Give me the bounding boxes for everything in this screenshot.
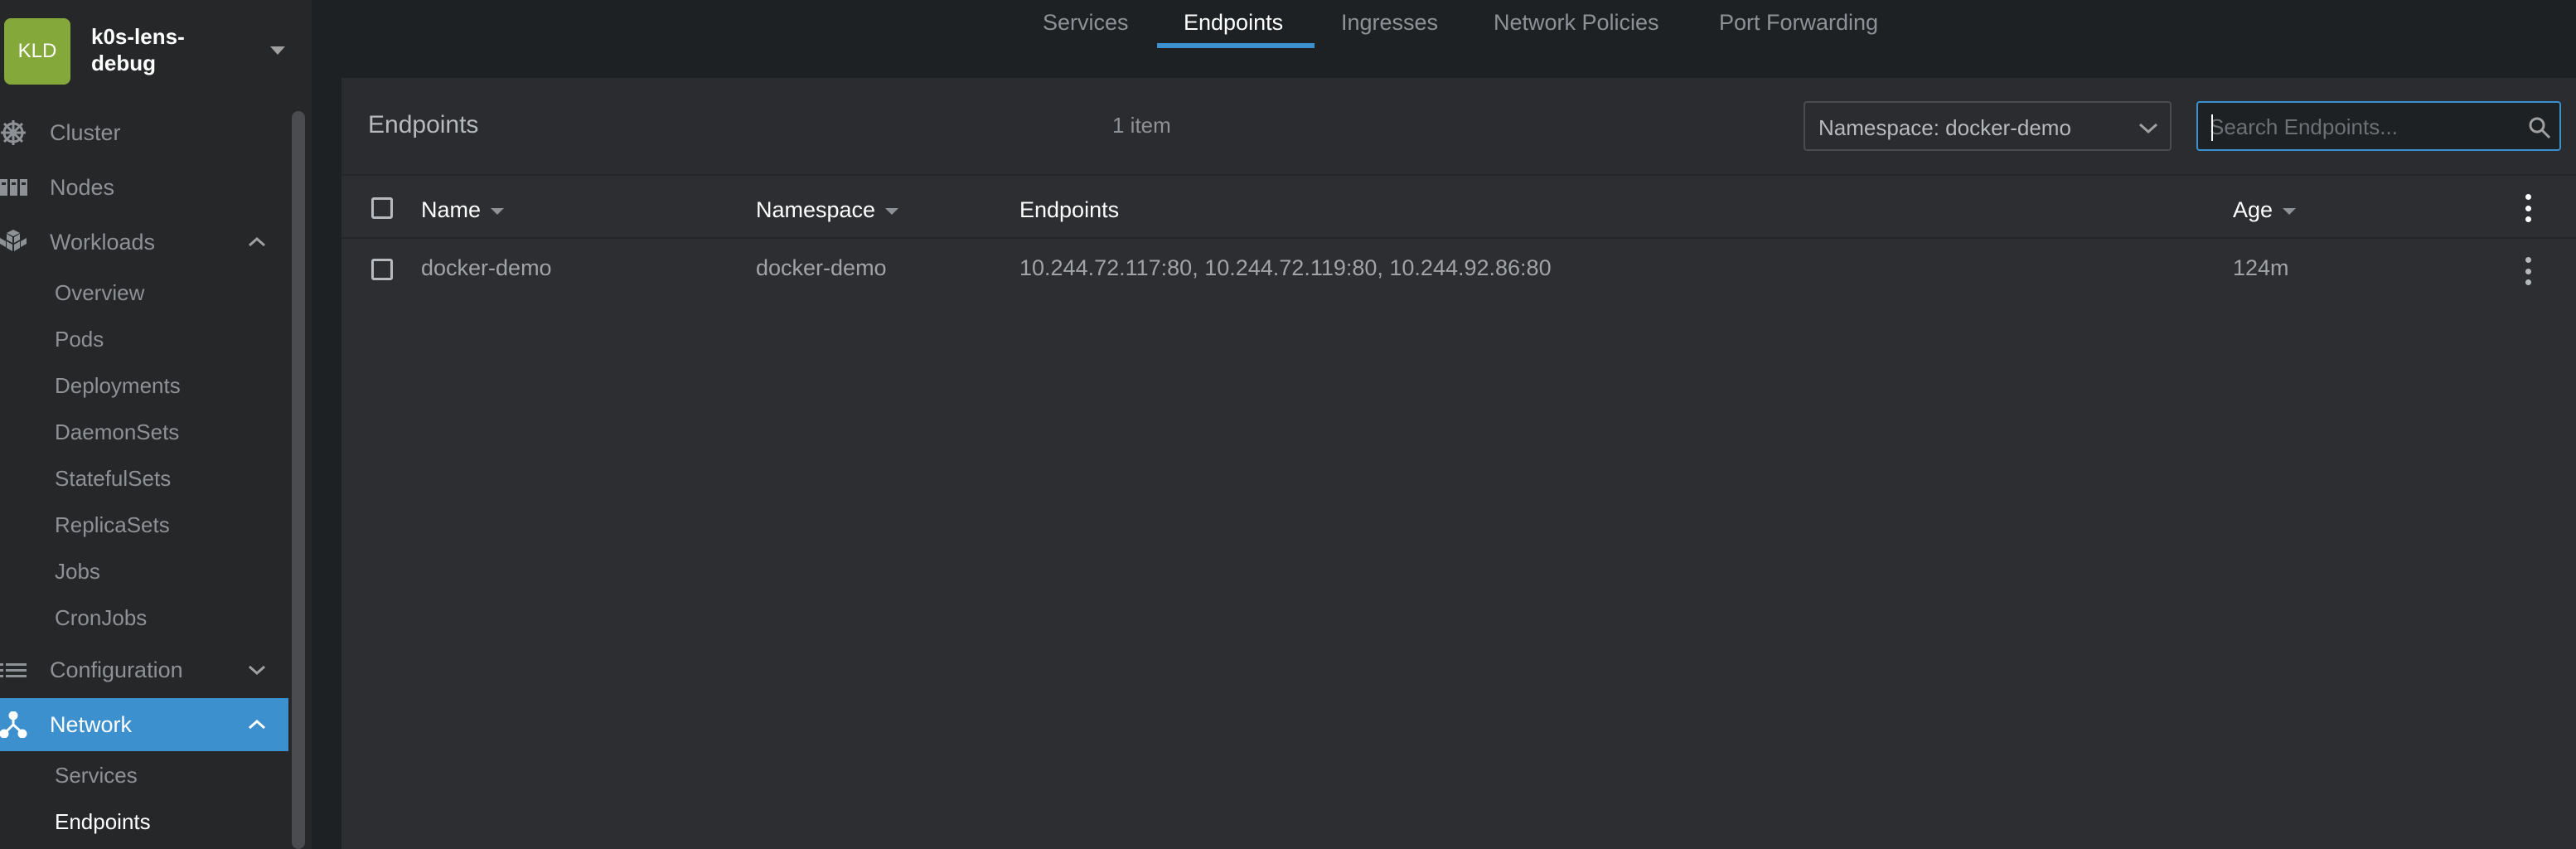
sidebar-item-cronjobs[interactable]: CronJobs — [55, 605, 147, 631]
text-cursor — [2211, 114, 2213, 141]
sidebar-item-cluster[interactable]: Cluster — [0, 106, 288, 159]
sidebar-item-label: Nodes — [50, 174, 115, 200]
tab-ingresses[interactable]: Ingresses — [1341, 10, 1438, 36]
network-icon — [0, 711, 27, 738]
sidebar-item-overview[interactable]: Overview — [55, 280, 144, 306]
nodes-icon — [0, 179, 27, 196]
chevron-up-icon[interactable] — [245, 715, 269, 735]
sidebar-item-deployments[interactable]: Deployments — [55, 373, 181, 399]
search-field[interactable] — [2196, 101, 2561, 151]
table-header: Name Namespace Endpoints Age — [341, 177, 2576, 239]
chevron-down-icon[interactable] — [245, 660, 269, 680]
cluster-header[interactable]: KLD k0s-lens-debug — [0, 0, 312, 103]
row-menu-icon[interactable] — [2525, 257, 2531, 285]
column-header-endpoints[interactable]: Endpoints — [1019, 197, 1119, 223]
sidebar-item-workloads[interactable]: Workloads — [0, 216, 288, 269]
table-row[interactable]: docker-demo docker-demo 10.244.72.117:80… — [341, 240, 2576, 300]
sidebar-item-daemonsets[interactable]: DaemonSets — [55, 420, 179, 445]
sidebar-item-services[interactable]: Services — [55, 763, 138, 788]
tab-services[interactable]: Services — [1043, 10, 1129, 36]
workloads-icon — [0, 230, 27, 251]
sidebar-item-pods[interactable]: Pods — [55, 327, 104, 352]
sidebar-item-label: Workloads — [50, 229, 156, 255]
column-header-age[interactable]: Age — [2233, 197, 2297, 223]
search-icon[interactable] — [2528, 116, 2551, 139]
main-panel: Endpoints 1 item Namespace: docker-demo … — [341, 78, 2576, 849]
cluster-name[interactable]: k0s-lens-debug — [91, 23, 240, 76]
tab-network-policies[interactable]: Network Policies — [1494, 10, 1659, 36]
chevron-up-icon[interactable] — [245, 232, 269, 252]
column-header-label: Namespace — [756, 197, 876, 222]
sidebar-item-configuration[interactable]: Configuration — [0, 643, 288, 696]
list-icon — [0, 663, 27, 677]
cluster-avatar[interactable]: KLD — [4, 18, 70, 85]
cell-age: 124m — [2233, 255, 2289, 280]
sidebar-scrollbar[interactable] — [292, 111, 305, 849]
column-menu-icon[interactable] — [2525, 194, 2531, 222]
active-tab-indicator — [1157, 43, 1315, 48]
sort-icon — [2283, 207, 2297, 215]
chevron-down-icon — [2138, 123, 2158, 134]
column-header-namespace[interactable]: Namespace — [756, 197, 899, 223]
tab-port-forwarding[interactable]: Port Forwarding — [1719, 10, 1878, 36]
sidebar: KLD k0s-lens-debug Cluster Nodes Workloa… — [0, 0, 312, 849]
cell-endpoints: 10.244.72.117:80, 10.244.72.119:80, 10.2… — [1019, 255, 1552, 280]
sidebar-item-network[interactable]: Network — [0, 698, 288, 751]
panel-header: Endpoints 1 item Namespace: docker-demo — [341, 78, 2576, 176]
item-count: 1 item — [1112, 113, 1171, 138]
search-input[interactable] — [2210, 113, 2508, 141]
sidebar-item-endpoints[interactable]: Endpoints — [55, 809, 151, 835]
select-all-checkbox[interactable] — [371, 197, 393, 219]
sidebar-item-replicasets[interactable]: ReplicaSets — [55, 512, 170, 538]
sidebar-item-label: Configuration — [50, 657, 183, 682]
cell-namespace: docker-demo — [756, 255, 887, 280]
sort-icon — [491, 207, 505, 215]
sidebar-item-nodes[interactable]: Nodes — [0, 161, 288, 214]
helm-wheel-icon — [1, 120, 26, 145]
column-header-name[interactable]: Name — [421, 197, 505, 223]
sidebar-item-label: Cluster — [50, 119, 121, 145]
sidebar-item-statefulsets[interactable]: StatefulSets — [55, 466, 171, 492]
sidebar-item-label: Network — [50, 711, 133, 737]
sidebar-item-jobs[interactable]: Jobs — [55, 559, 100, 585]
column-header-label: Age — [2233, 197, 2273, 222]
tab-bar: Services Endpoints Ingresses Network Pol… — [312, 0, 2576, 53]
cell-name: docker-demo — [421, 255, 552, 280]
sort-icon — [885, 207, 899, 215]
namespace-select[interactable]: Namespace: docker-demo — [1804, 101, 2172, 151]
row-checkbox[interactable] — [371, 259, 393, 280]
page-title: Endpoints — [368, 111, 479, 138]
column-header-label: Name — [421, 197, 482, 222]
namespace-select-value: Namespace: docker-demo — [1818, 115, 2071, 140]
caret-down-icon[interactable] — [270, 46, 285, 55]
tab-endpoints[interactable]: Endpoints — [1184, 10, 1283, 36]
